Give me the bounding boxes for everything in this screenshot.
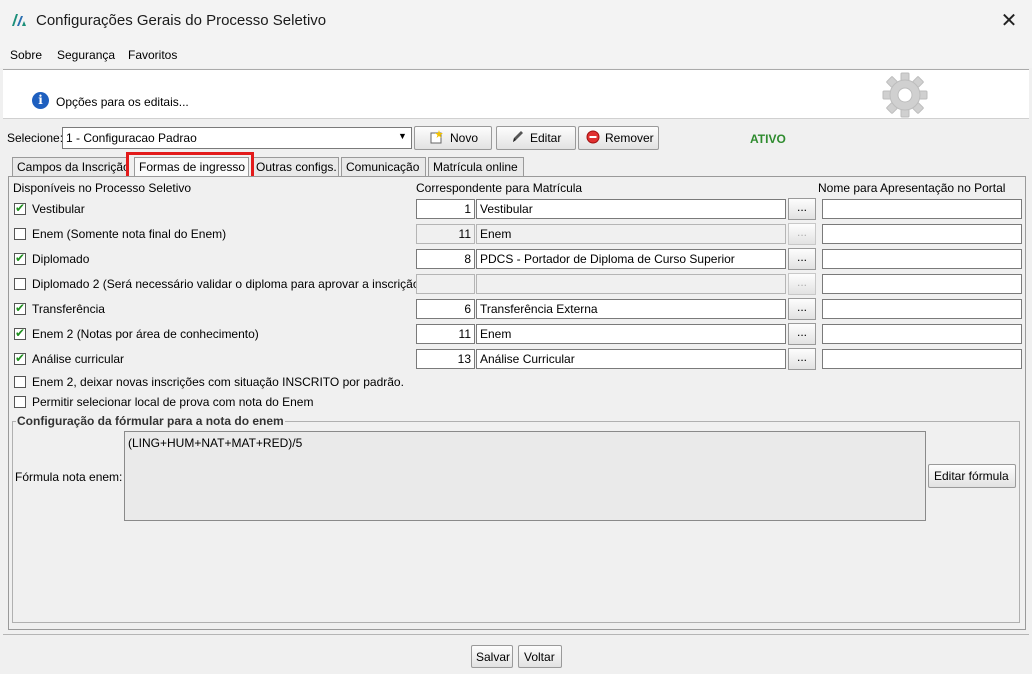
row-lookup-button[interactable]: ... [788, 298, 816, 320]
check-icon: ✔ [14, 201, 26, 215]
row-name-field[interactable]: Vestibular [476, 199, 786, 219]
row-lookup-button[interactable]: ... [788, 198, 816, 220]
row-portal-name-field[interactable] [822, 199, 1022, 219]
option-checkbox[interactable] [14, 396, 26, 408]
info-icon: i [32, 92, 49, 109]
row-lookup-button: ... [788, 223, 816, 245]
formula-group-title: Configuração da fórmular para a nota do … [16, 414, 285, 428]
row-name-field: Enem [476, 224, 786, 244]
row-lookup-button[interactable]: ... [788, 348, 816, 370]
footer-bar [3, 634, 1029, 673]
row-code-field[interactable]: 8 [416, 249, 475, 269]
check-icon: ✔ [14, 326, 26, 340]
new-document-icon [430, 130, 443, 144]
row-portal-name-field[interactable] [822, 274, 1022, 294]
row-name-field[interactable]: PDCS - Portador de Diploma de Curso Supe… [476, 249, 786, 269]
remover-label: Remover [605, 131, 654, 145]
row-label: Enem 2 (Notas por área de conhecimento) [32, 327, 259, 341]
row-lookup-button[interactable]: ... [788, 323, 816, 345]
option-enem2-default-inscrito: Enem 2, deixar novas inscrições com situ… [32, 375, 404, 389]
row-label: Diplomado 2 (Será necessário validar o d… [32, 277, 424, 291]
selector-label: Selecione: [7, 131, 64, 145]
gear-icon [882, 72, 928, 118]
menu-seguranca[interactable]: Segurança [57, 48, 115, 62]
pencil-icon [513, 131, 523, 142]
salvar-label: Salvar [476, 650, 511, 664]
row-name-field[interactable]: Análise Curricular [476, 349, 786, 369]
formula-value: (LING+HUM+NAT+MAT+RED)/5 [128, 436, 303, 450]
row-lookup-button: ... [788, 273, 816, 295]
row-label: Diplomado [32, 252, 90, 266]
option-local-prova-enem: Permitir selecionar local de prova com n… [32, 395, 314, 409]
window-title: Configurações Gerais do Processo Seletiv… [36, 12, 327, 29]
check-icon [14, 278, 26, 290]
row-label: Transferência [32, 302, 105, 316]
menu-favoritos[interactable]: Favoritos [128, 48, 177, 62]
app-logo-icon [12, 14, 26, 26]
check-icon: ✔ [14, 351, 26, 365]
row-portal-name-field[interactable] [822, 349, 1022, 369]
active-tab-highlight [126, 152, 254, 179]
row-portal-name-field[interactable] [822, 249, 1022, 269]
row-name-field[interactable]: Transferência Externa [476, 299, 786, 319]
row-portal-name-field[interactable] [822, 324, 1022, 344]
row-code-field[interactable]: 6 [416, 299, 475, 319]
info-panel [3, 69, 1029, 119]
row-code-field [416, 274, 475, 294]
tab-matricula-online[interactable]: Matrícula online [428, 157, 524, 176]
column-header-correspondent: Correspondente para Matrícula [416, 181, 583, 195]
row-label: Análise curricular [32, 352, 125, 366]
row-lookup-button[interactable]: ... [788, 248, 816, 270]
editar-label: Editar [530, 131, 562, 145]
info-text: Opções para os editais... [56, 95, 189, 109]
row-portal-name-field[interactable] [822, 224, 1022, 244]
row-code-field[interactable]: 1 [416, 199, 475, 219]
config-select-value: 1 - Configuracao Padrao [66, 131, 197, 145]
option-checkbox[interactable] [14, 376, 26, 388]
row-name-field [476, 274, 786, 294]
check-icon [14, 228, 26, 240]
voltar-label: Voltar [524, 650, 555, 664]
check-icon: ✔ [14, 251, 26, 265]
tab-outras-configs[interactable]: Outras configs. [251, 157, 339, 176]
row-label: Vestibular [32, 202, 85, 216]
row-name-field[interactable]: Enem [476, 324, 786, 344]
row-code-field[interactable]: 13 [416, 349, 475, 369]
novo-label: Novo [450, 131, 479, 145]
row-code-field: 11 [416, 224, 475, 244]
tab-campos-inscricao[interactable]: Campos da Inscrição [12, 157, 128, 176]
remove-icon [586, 130, 600, 144]
status-badge: ATIVO [750, 132, 786, 146]
check-icon: ✔ [14, 301, 26, 315]
row-portal-name-field[interactable] [822, 299, 1022, 319]
tab-comunicacao[interactable]: Comunicação [341, 157, 426, 176]
row-code-field[interactable]: 11 [416, 324, 475, 344]
column-header-available: Disponíveis no Processo Seletivo [13, 181, 192, 195]
formula-label: Fórmula nota enem: [15, 470, 123, 484]
edit-formula-label: Editar fórmula [934, 469, 1009, 483]
column-header-portal-name: Nome para Apresentação no Portal [818, 181, 1006, 195]
menu-sobre[interactable]: Sobre [10, 48, 42, 62]
row-label: Enem (Somente nota final do Enem) [32, 227, 227, 241]
close-icon[interactable]: ✕ [996, 8, 1022, 34]
chevron-down-icon[interactable]: ▼ [398, 131, 407, 141]
